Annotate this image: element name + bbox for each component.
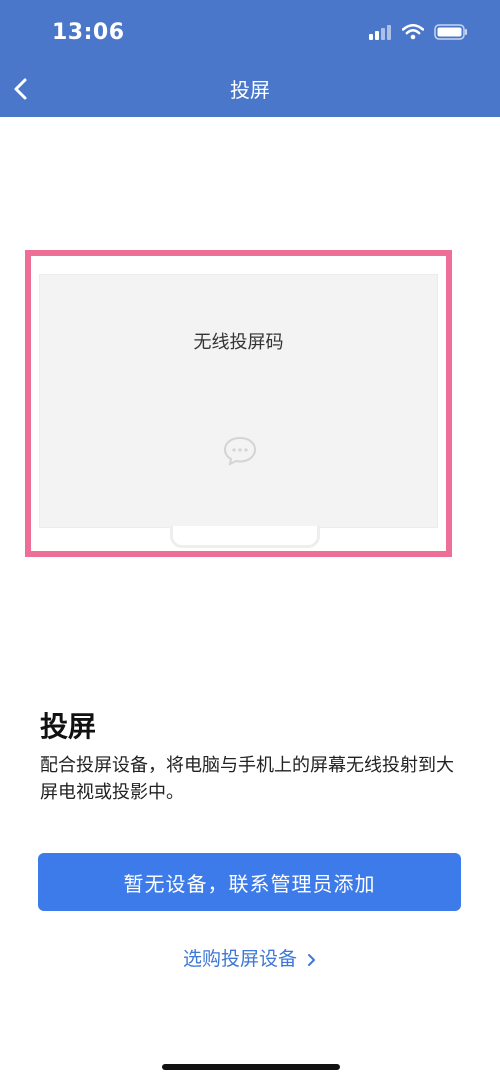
header: 13:06 投屏	[0, 0, 500, 117]
home-indicator	[162, 1064, 340, 1070]
battery-icon	[434, 24, 467, 40]
cast-preview-highlight: 无线投屏码	[25, 250, 452, 557]
page-title: 投屏	[230, 78, 270, 102]
chat-bubble-icon	[223, 436, 257, 466]
buy-cast-device-link[interactable]: 选购投屏设备	[0, 944, 500, 971]
signal-icon	[369, 25, 391, 40]
buy-cast-device-label: 选购投屏设备	[182, 948, 297, 970]
section-title: 投屏	[40, 710, 97, 743]
wireless-cast-code-label: 无线投屏码	[193, 332, 284, 353]
section-description: 配合投屏设备，将电脑与手机上的屏幕无线投射到大屏电视或投影中。	[40, 755, 454, 803]
chevron-right-icon	[308, 953, 316, 966]
status-icons	[368, 24, 468, 40]
nav-bar: 投屏	[0, 62, 500, 117]
contact-admin-button[interactable]: 暂无设备，联系管理员添加	[38, 853, 461, 911]
tv-stand	[170, 526, 320, 548]
status-bar: 13:06	[0, 0, 500, 62]
wifi-icon	[402, 24, 424, 40]
app: 13:06 投屏 无线投屏码 投屏 配合投屏设备，将电脑与手机上的屏幕无线投射到…	[0, 0, 500, 1083]
status-time: 13:06	[52, 20, 125, 45]
tv-screen: 无线投屏码	[39, 274, 438, 528]
